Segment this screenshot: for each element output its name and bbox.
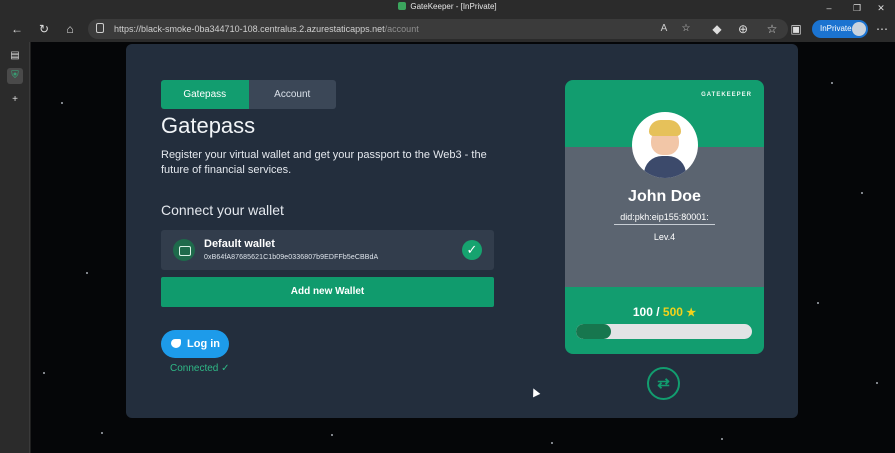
window-title-text: GateKeeper - [InPrivate] — [410, 2, 497, 11]
metamask-extension-icon[interactable]: ◆ — [708, 20, 726, 38]
connection-status: Connected ✓ — [170, 363, 230, 374]
tab-gatepass[interactable]: Gatepass — [161, 80, 249, 109]
wallet-icon — [173, 239, 195, 261]
check-icon: ✓ — [462, 240, 482, 260]
browser-toolbar: ← ↻ ⌂ https://black-smoke-0ba344710-108.… — [0, 16, 895, 42]
gatekeeper-tab-icon[interactable]: ⛨ — [7, 68, 23, 84]
avatar — [632, 112, 698, 178]
url-host: https://black-smoke-0ba344710-108.centra… — [114, 24, 385, 34]
twitter-icon — [171, 339, 181, 348]
progress-fill — [576, 324, 612, 339]
profile-name: John Doe — [628, 188, 701, 205]
more-options-icon[interactable]: ⋯ — [876, 20, 888, 38]
inprivate-badge[interactable]: InPrivate — [812, 20, 868, 38]
inprivate-label: InPrivate — [820, 24, 852, 33]
window-title: GateKeeper - [InPrivate] — [0, 2, 895, 11]
points-current: 100 — [632, 305, 653, 319]
wallet-address: 0xB64fA87685621C1b09e0336807b9EDFFb5eCBB… — [204, 254, 379, 261]
progress-bar — [576, 324, 752, 339]
browser-title-bar: GateKeeper - [InPrivate] – ❐ ✕ — [0, 0, 895, 16]
page-title: Gatepass — [161, 113, 256, 138]
wallet-item[interactable]: Default wallet 0xB64fA87685621C1b09e0336… — [161, 230, 494, 270]
read-aloud-icon[interactable]: A — [656, 21, 672, 37]
wallet-name: Default wallet — [204, 238, 275, 250]
back-arrow-icon[interactable]: ← — [8, 20, 26, 38]
new-tab-icon[interactable]: + — [7, 92, 23, 108]
twitter-login-button[interactable]: Log in — [161, 330, 229, 358]
star-icon: ★ — [686, 307, 697, 319]
tab-actions-icon[interactable]: ▤ — [7, 48, 23, 64]
gatepass-panel: Gatepass Account Gatepass Register your … — [126, 44, 798, 418]
address-bar[interactable]: https://black-smoke-0ba344710-108.centra… — [88, 19, 788, 39]
points-readout: 100 / 500 ★ — [565, 305, 764, 319]
lock-icon — [96, 23, 104, 33]
minimize-button[interactable]: – — [815, 0, 843, 16]
url-text[interactable]: https://black-smoke-0ba344710-108.centra… — [114, 24, 419, 34]
home-icon[interactable]: ⌂ — [61, 20, 79, 38]
swap-arrows-icon[interactable]: ⇄ — [647, 367, 680, 400]
profile-level: Lev.4 — [653, 232, 676, 242]
points-separator: / — [656, 305, 660, 319]
card-brand: GATEKEEPER — [701, 92, 752, 98]
page-viewport: Gatepass Account Gatepass Register your … — [31, 42, 895, 453]
url-path: /account — [384, 24, 419, 34]
favorite-star-icon[interactable]: ☆ — [678, 21, 694, 37]
favorites-icon[interactable]: ☆ — [763, 20, 781, 38]
tab-bar: Gatepass Account — [161, 80, 336, 109]
connect-wallet-heading: Connect your wallet — [161, 202, 284, 218]
page-description: Register your virtual wallet and get you… — [161, 149, 487, 176]
collections-icon[interactable]: ▣ — [787, 20, 805, 38]
points-max: 500 — [662, 305, 683, 319]
profile-did: did:pkh:eip155:80001: — [614, 212, 715, 225]
tab-account[interactable]: Account — [248, 80, 336, 109]
login-label: Log in — [187, 338, 220, 350]
close-window-button[interactable]: ✕ — [867, 0, 895, 16]
refresh-icon[interactable]: ↻ — [35, 20, 53, 38]
passport-card: GATEKEEPER John Doe did:pkh:eip155:80001… — [565, 80, 764, 354]
gatekeeper-favicon-icon — [398, 2, 407, 10]
extensions-icon[interactable]: ⊕ — [734, 20, 752, 38]
profile-avatar — [852, 22, 866, 36]
vertical-tab-strip: ▤ ⛨ + — [0, 42, 30, 453]
add-new-wallet-button[interactable]: Add new Wallet — [161, 277, 494, 307]
